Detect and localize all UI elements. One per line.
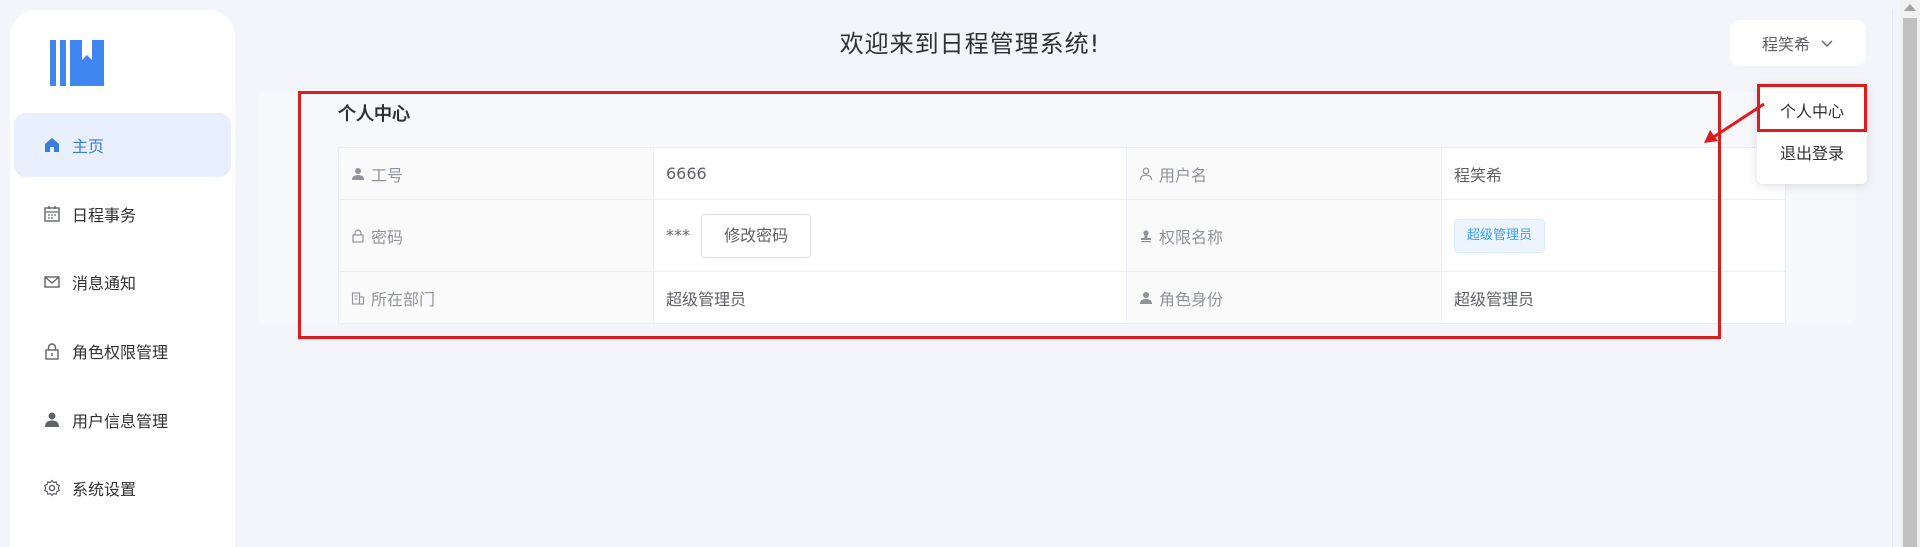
sidebar: 主页 日程事务 消息通知 角色权限管理 用户信息管理 系统设置 xyxy=(10,10,235,547)
sidebar-item-label: 主页 xyxy=(72,137,105,156)
highlight-box-profile xyxy=(298,91,1721,339)
sidebar-item-messages[interactable]: 消息通知 xyxy=(14,250,231,314)
sidebar-item-schedule[interactable]: 日程事务 xyxy=(14,182,231,246)
sidebar-item-home[interactable]: 主页 xyxy=(14,113,231,177)
user-icon xyxy=(42,410,62,430)
home-icon xyxy=(42,135,62,155)
sidebar-item-label: 角色权限管理 xyxy=(72,343,169,362)
user-menu-button[interactable]: 程笑希 xyxy=(1730,20,1866,66)
scrollbar-thumb[interactable] xyxy=(1903,18,1917,547)
calendar-icon xyxy=(42,204,62,224)
highlight-box-menu-item xyxy=(1757,84,1867,132)
arrow-icon xyxy=(1704,102,1765,143)
sidebar-item-label: 日程事务 xyxy=(72,206,137,225)
sidebar-item-roles[interactable]: 角色权限管理 xyxy=(14,319,231,383)
sidebar-item-settings[interactable]: 系统设置 xyxy=(14,456,231,520)
menu-item-logout[interactable]: 退出登录 xyxy=(1757,136,1867,172)
chevron-down-icon xyxy=(1821,40,1833,47)
sidebar-item-users[interactable]: 用户信息管理 xyxy=(14,388,231,452)
sidebar-item-label: 系统设置 xyxy=(72,480,137,499)
gear-icon xyxy=(42,478,62,498)
lock-icon xyxy=(42,341,62,361)
page-title: 欢迎来到日程管理系统! xyxy=(839,30,1101,58)
sidebar-item-label: 用户信息管理 xyxy=(72,412,169,431)
user-name: 程笑希 xyxy=(1761,35,1810,54)
sidebar-item-label: 消息通知 xyxy=(72,274,137,293)
divider xyxy=(1892,10,1893,547)
scroll-up-icon[interactable] xyxy=(1904,4,1916,11)
mail-icon xyxy=(42,272,62,292)
